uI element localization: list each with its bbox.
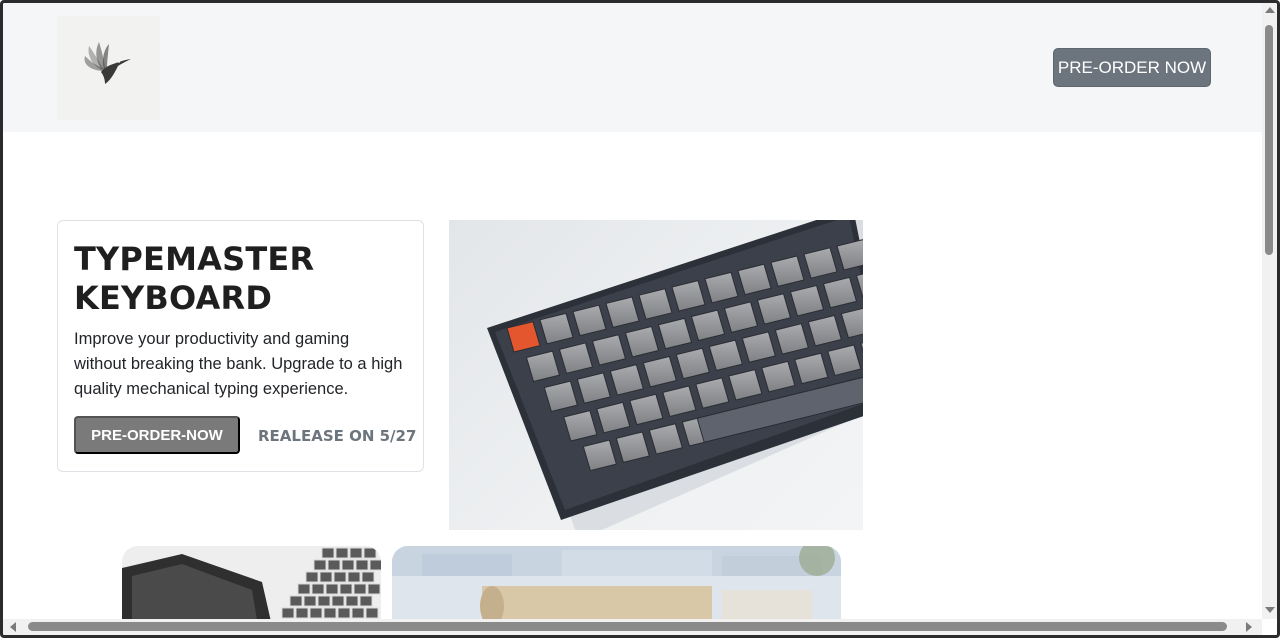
keyboard-closeup-image [122, 546, 381, 619]
hero-preorder-button[interactable]: PRE-ORDER-NOW [74, 416, 240, 454]
keyboard-illustration [487, 220, 863, 530]
scroll-down-icon[interactable] [1265, 607, 1275, 613]
site-header: PRE-ORDER NOW [3, 3, 1262, 132]
page-viewport: PRE-ORDER NOW TYPEMASTER KEYBOARD Improv… [3, 3, 1262, 619]
brand-logo[interactable] [57, 16, 160, 120]
vertical-scroll-thumb[interactable] [1265, 25, 1273, 255]
release-date-text: REALEASE ON 5/27 [258, 427, 417, 445]
keyboard-closeup-thumbnail[interactable] [122, 546, 381, 619]
hero-description: Improve your productivity and gaming wit… [74, 330, 403, 398]
scroll-up-icon[interactable] [1265, 7, 1275, 13]
hero-title-line-2: KEYBOARD [74, 279, 273, 317]
keyboard-product-image [449, 220, 863, 530]
scroll-left-icon[interactable] [10, 622, 16, 632]
vertical-scrollbar[interactable] [1262, 3, 1277, 619]
scroll-right-icon[interactable] [1246, 622, 1252, 632]
hero-card: TYPEMASTER KEYBOARD Improve your product… [57, 220, 424, 472]
horizontal-scrollbar[interactable] [3, 619, 1262, 635]
desk-scene-image [392, 546, 841, 619]
horizontal-scroll-thumb[interactable] [28, 622, 1227, 631]
hummingbird-logo-icon [84, 42, 131, 84]
header-preorder-button[interactable]: PRE-ORDER NOW [1053, 48, 1211, 87]
hero-title: TYPEMASTER KEYBOARD [74, 240, 414, 318]
desk-scene-thumbnail[interactable] [392, 546, 841, 619]
hero-title-line-1: TYPEMASTER [74, 240, 315, 278]
